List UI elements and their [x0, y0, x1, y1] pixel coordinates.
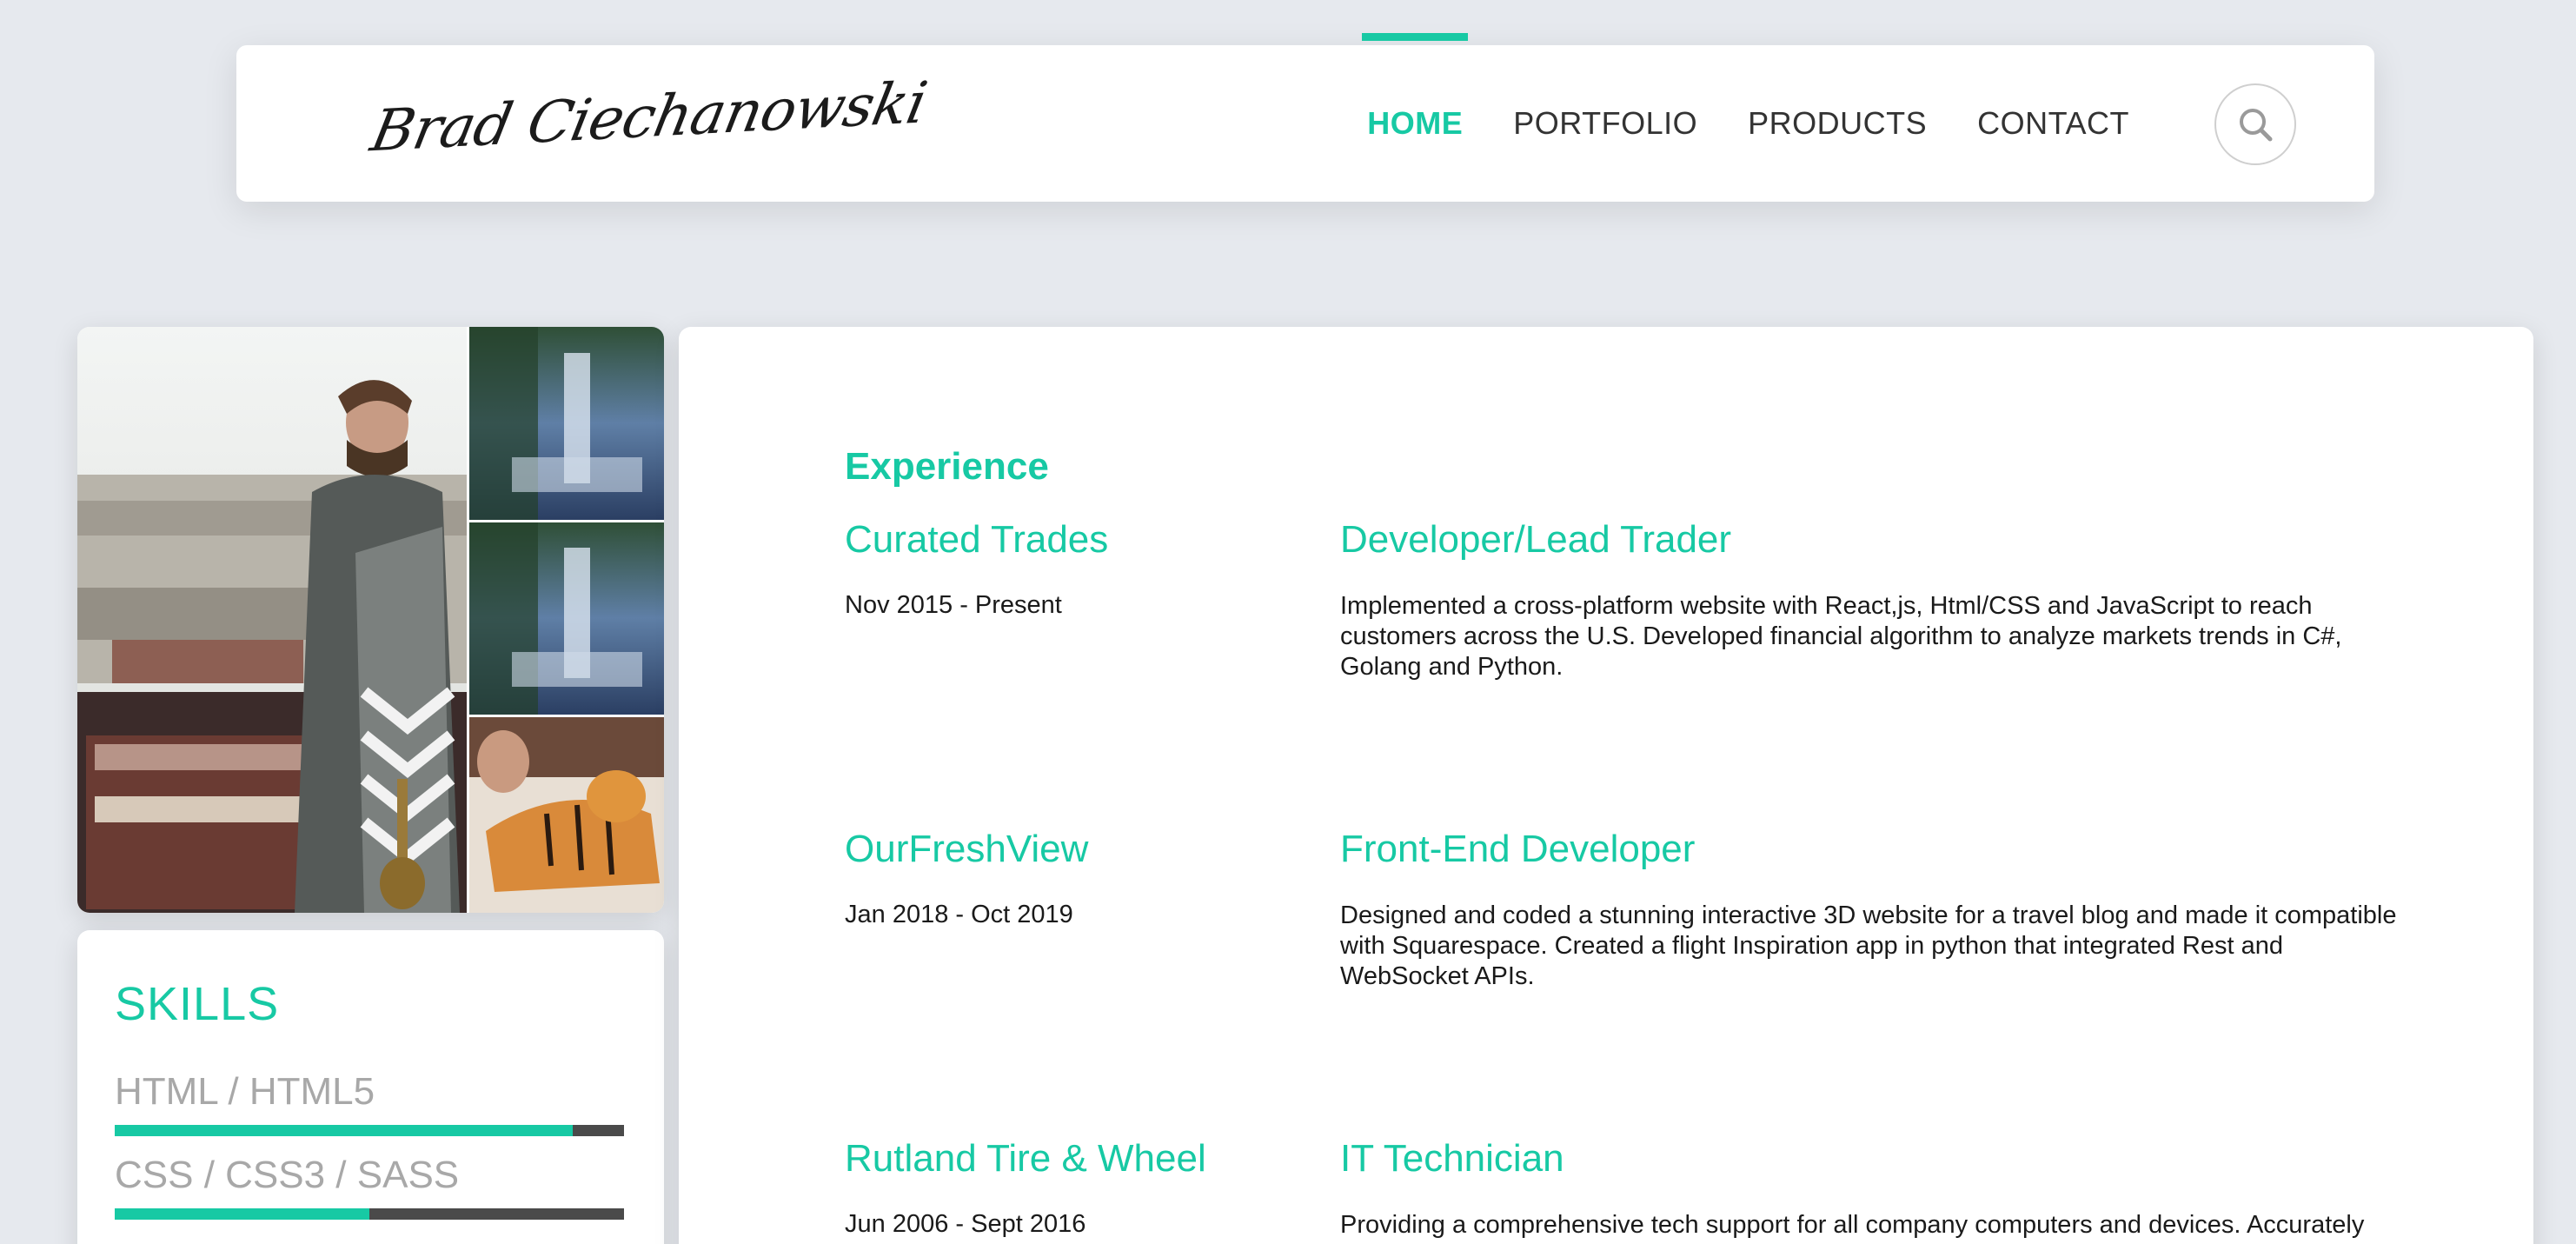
skill-bar-fill: [115, 1125, 574, 1136]
company-name: Rutland Tire & Wheel: [845, 1137, 1206, 1180]
job-description: Designed and coded a stunning interactiv…: [1340, 901, 2397, 990]
skill-label: HTML / HTML5: [115, 1070, 375, 1113]
company-name: Curated Trades: [845, 518, 1109, 561]
logo-text: Brad Ciechanowski: [365, 69, 933, 165]
employment-dates: Jun 2006 - Sept 2016: [845, 1210, 1086, 1238]
skill-bar-fill: [115, 1208, 369, 1220]
skill-bar-track: [115, 1125, 624, 1136]
skills-card: SKILLS HTML / HTML5 CSS / CSS3 / SASS: [77, 930, 664, 1244]
job-role: Developer/Lead Trader: [1340, 518, 1732, 561]
profile-photo: [77, 327, 664, 913]
nav-contact[interactable]: CONTACT: [1977, 108, 2129, 139]
search-icon: [2240, 109, 2273, 142]
employment-dates: Jan 2018 - Oct 2019: [845, 901, 1073, 928]
job-description: Implemented a cross-platform website wit…: [1340, 592, 2342, 681]
profile-photo-collage: [77, 327, 664, 913]
job-description: Providing a comprehensive tech support f…: [1340, 1211, 2365, 1239]
experience-heading: Experience: [845, 445, 1049, 488]
nav-home[interactable]: HOME: [1362, 33, 1469, 139]
logo[interactable]: Brad Ciechanowski: [366, 70, 932, 165]
employment-dates: Nov 2015 - Present: [845, 591, 1062, 619]
skill-label: CSS / CSS3 / SASS: [115, 1154, 460, 1196]
job-role: Front-End Developer: [1340, 828, 1696, 870]
company-name: OurFreshView: [845, 828, 1089, 870]
site-header: Brad Ciechanowski HOME PORTFOLIO PRODUCT…: [236, 33, 2374, 202]
nav-portfolio[interactable]: PORTFOLIO: [1513, 108, 1697, 139]
page: Brad Ciechanowski HOME PORTFOLIO PRODUCT…: [0, 0, 2576, 1244]
skill-bar-track: [115, 1208, 624, 1220]
search-button[interactable]: [2214, 83, 2296, 165]
experience-card: Experience Curated Trades Nov 2015 - Pre…: [679, 327, 2533, 1244]
skill-html: HTML / HTML5: [115, 1073, 624, 1136]
nav-products[interactable]: PRODUCTS: [1748, 108, 1927, 139]
skills-title: SKILLS: [115, 978, 280, 1030]
job-role: IT Technician: [1340, 1137, 1564, 1180]
skill-css: CSS / CSS3 / SASS: [115, 1156, 624, 1220]
main-nav: HOME PORTFOLIO PRODUCTS CONTACT: [1362, 33, 2129, 202]
